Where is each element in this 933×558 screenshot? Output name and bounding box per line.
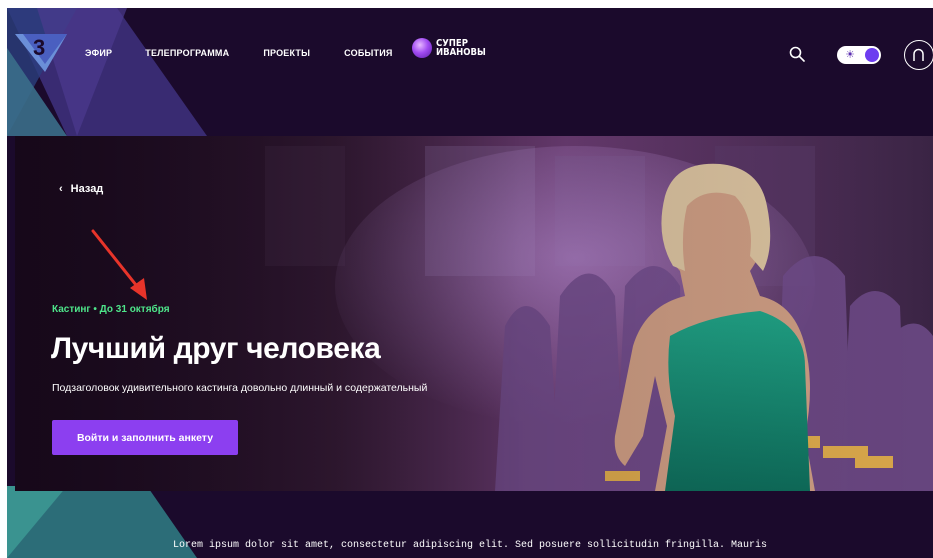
footer-text: Lorem ipsum dolor sit amet, consectetur … <box>172 540 768 551</box>
app-screen: 3 ЭФИР ТЕЛЕПРОГРАММА ПРОЕКТЫ СОБЫТИЯ СУП… <box>7 8 933 558</box>
brand-text: СУПЕР ИВАНОВЫ <box>436 39 486 58</box>
nav-item-efir[interactable]: ЭФИР <box>85 48 112 58</box>
header: 3 ЭФИР ТЕЛЕПРОГРАММА ПРОЕКТЫ СОБЫТИЯ СУП… <box>7 8 933 100</box>
back-link[interactable]: ‹ Назад <box>59 183 103 195</box>
fill-form-button[interactable]: Войти и заполнить анкету <box>52 420 238 455</box>
nav-item-proekty[interactable]: ПРОЕКТЫ <box>263 48 310 58</box>
casting-tagline: Кастинг • До 31 октября <box>52 304 170 315</box>
page-title: Лучший друг человека <box>51 332 381 365</box>
channel-logo[interactable]: 3 <box>15 30 67 72</box>
search-icon[interactable] <box>789 46 805 62</box>
brand-line-2: ИВАНОВЫ <box>436 47 486 58</box>
annotation-arrow <box>91 229 147 300</box>
main-nav: ЭФИР ТЕЛЕПРОГРАММА ПРОЕКТЫ СОБЫТИЯ <box>85 48 427 58</box>
back-label: Назад <box>70 183 104 195</box>
logo-text: 3 <box>33 35 45 60</box>
crystal-ball-icon <box>412 38 432 58</box>
user-icon[interactable] <box>904 40 933 70</box>
brand-super-ivanovy[interactable]: СУПЕР ИВАНОВЫ <box>412 38 495 58</box>
sun-icon: ☀ <box>845 49 855 61</box>
nav-item-teleprogramma[interactable]: ТЕЛЕПРОГРАММА <box>145 48 229 58</box>
theme-toggle[interactable]: ☀ <box>837 46 881 64</box>
moon-knob <box>865 48 879 62</box>
user-glyph <box>913 48 924 61</box>
page-subtitle: Подзаголовок удивительного кастинга дово… <box>52 382 428 394</box>
nav-item-sobytiya[interactable]: СОБЫТИЯ <box>344 48 392 58</box>
chevron-left-icon: ‹ <box>59 183 63 195</box>
hero-banner: ‹ Назад Кастинг • До 31 октября Лучший д… <box>15 136 933 491</box>
